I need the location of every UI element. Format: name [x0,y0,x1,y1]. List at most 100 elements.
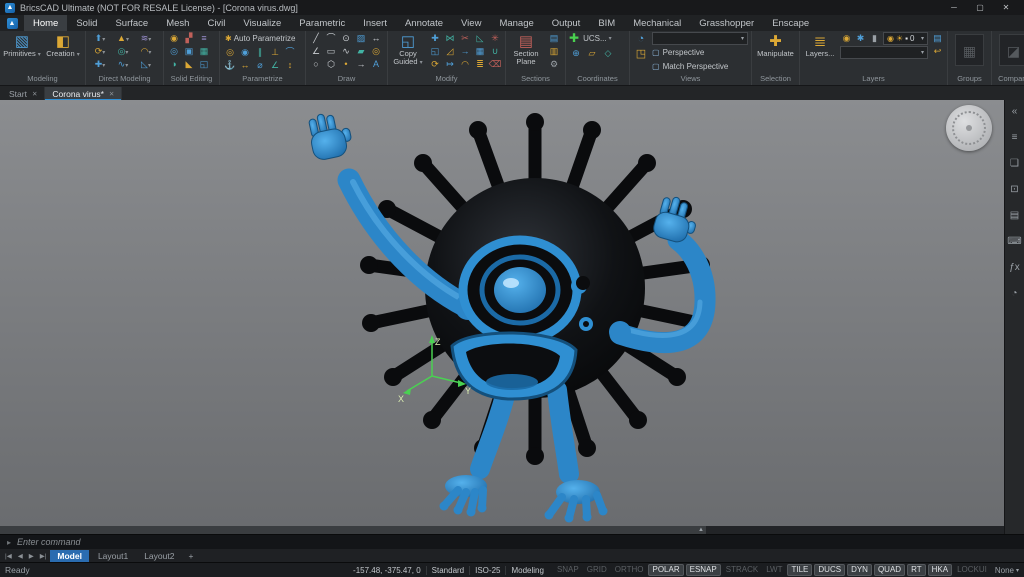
first-layout-icon[interactable]: |◀ [3,552,14,560]
live-section-icon[interactable]: ▥ [546,45,562,58]
add-layout-button[interactable]: + [183,551,198,561]
radius-constraint-icon[interactable]: ⌀ [253,59,267,72]
copy-icon[interactable]: ◱ [428,45,442,58]
coincident-constraint-icon[interactable]: ◎ [223,46,237,59]
trim-icon[interactable]: ✂ [458,32,472,45]
layer-freeze-icon[interactable]: ✱ [854,32,867,45]
ucs-face-icon[interactable]: ▱ [585,47,599,60]
extend-icon[interactable]: → [458,45,472,58]
move-face-icon[interactable]: ✚▾ [89,58,111,71]
fix-constraint-icon[interactable]: ⚓ [223,59,237,72]
layer-previous-icon[interactable]: ↩ [931,45,944,58]
brand-icon[interactable]: ▲ [0,15,24,31]
command-line-panel-icon[interactable]: ⌨ [1007,234,1023,250]
perpendicular-constraint-icon[interactable]: ⊥ [268,46,282,59]
ucs-axes-icon[interactable]: ✚ [569,32,579,45]
layers-dialog-button[interactable]: ≣ Layers... [803,32,837,58]
erase-icon[interactable]: ⌫ [488,58,502,71]
taper-icon[interactable]: ◣ [182,58,196,71]
status-toggle[interactable]: LOCKUI [954,564,990,576]
previous-layout-icon[interactable]: ◀ [16,552,25,560]
menu-tab[interactable]: BIM [589,15,624,31]
intersect-icon[interactable]: ◑ [167,58,181,71]
move-icon[interactable]: ✚ [428,32,442,45]
rotate-icon[interactable]: ⟳ [428,58,442,71]
ellipse-icon[interactable]: ⊙ [339,32,353,45]
imprint-icon[interactable]: ▦ [197,45,211,58]
status-toggle[interactable]: HKA [928,564,952,576]
loft-icon[interactable]: ≋▾ [135,32,157,45]
menu-tab[interactable]: Output [543,15,590,31]
ucs-world-icon[interactable]: ⊕ [569,47,583,60]
command-history-scrollbar[interactable]: ▲ [0,526,1004,534]
status-toggle[interactable]: SNAP [554,564,582,576]
status-toggle[interactable]: STRACK [723,564,761,576]
chamfer-edge-icon[interactable]: ◺▾ [135,58,157,71]
layout-tab[interactable]: Layout2 [137,550,181,562]
look-from-icon[interactable]: ◔ [633,32,649,47]
union-icon[interactable]: ◉ [167,32,181,45]
menu-tab[interactable]: Manage [490,15,542,31]
fillet-edge-icon[interactable]: ◠▾ [135,45,157,58]
menu-tab[interactable]: Home [24,15,67,31]
concentric-constraint-icon[interactable]: ◉ [238,46,252,59]
generate-section-icon[interactable]: ▤ [546,32,562,45]
spline-icon[interactable]: ∿ [339,45,353,58]
auto-parametrize-button[interactable]: ✱ Auto Parametrize [223,32,298,45]
status-toggle[interactable]: DUCS [814,564,845,576]
construction-line-icon[interactable]: ↔ [369,32,383,45]
properties-panel-icon[interactable]: ≡ [1007,130,1023,146]
command-bar[interactable]: ▸ Enter command [0,534,1024,549]
document-tab[interactable]: Start ✕ [2,87,45,100]
rotate-face-icon[interactable]: ⟳▾ [89,45,111,58]
last-layout-icon[interactable]: ▶| [38,552,49,560]
ucs-view-icon[interactable]: ◇ [601,47,615,60]
stretch-icon[interactable]: ↦ [443,58,457,71]
primitives-button[interactable]: ▧ Primitives ▾ [3,32,41,59]
menu-tab[interactable]: Insert [354,15,396,31]
status-toggle[interactable]: GRID [584,564,610,576]
mirror-icon[interactable]: ⋈ [443,32,457,45]
scale-icon[interactable]: ◿ [443,45,457,58]
close-tab-icon[interactable]: ✕ [32,90,37,98]
menu-tab[interactable]: Mesh [157,15,198,31]
section-plane-button[interactable]: ▤ Section Plane [509,32,543,66]
tips-panel-icon[interactable]: ◔ [1007,286,1023,302]
parallel-constraint-icon[interactable]: ∥ [253,46,267,59]
maximize-button[interactable]: ▢ [967,0,993,15]
menu-tab[interactable]: View [452,15,490,31]
close-tab-icon[interactable]: ✕ [109,90,114,98]
text-icon[interactable]: A [369,58,383,71]
menu-tab[interactable]: Visualize [234,15,290,31]
polygon-icon[interactable]: ⬡ [324,58,338,71]
status-field[interactable]: Standard [426,566,469,575]
layout-tab[interactable]: Layout1 [91,550,135,562]
thicken-icon[interactable]: ≡ [197,32,211,45]
slice-icon[interactable]: ▞ [182,32,196,45]
explode-icon[interactable]: ✳ [488,32,502,45]
layer-state-dropdown[interactable]: ▾ [840,46,928,59]
extrude-icon[interactable]: ▲▾ [112,32,134,45]
menu-tab[interactable]: Grasshopper [690,15,763,31]
status-toggle[interactable]: DYN [847,564,872,576]
match-perspective-toggle[interactable]: ▢ Match Perspective [652,60,748,73]
navigation-dial[interactable] [946,105,992,151]
manipulate-button[interactable]: ✚ Manipulate [757,32,795,58]
layer-lock-icon[interactable]: ▮ [868,32,881,45]
rectangle-icon[interactable]: ▭ [324,45,338,58]
status-field[interactable]: ISO-25 [469,566,505,575]
revolve-icon[interactable]: ◎▾ [112,45,134,58]
chamfer-icon[interactable]: ◺ [473,32,487,45]
ucs-dialog-button[interactable]: UCS... ▾ [581,32,614,45]
circle-icon[interactable]: ○ [309,58,323,71]
annotation-scale-dropdown[interactable]: None ▾ [995,566,1019,575]
collapse-panel-icon[interactable]: « [1007,104,1023,120]
status-toggle[interactable]: QUAD [874,564,905,576]
menu-tab[interactable]: Annotate [396,15,452,31]
tangent-constraint-icon[interactable]: ⌒ [283,46,297,59]
subtract-icon[interactable]: ◎ [167,45,181,58]
view-preset-dropdown[interactable]: ▾ [652,32,748,45]
status-toggle[interactable]: ORTHO [612,564,647,576]
status-toggle[interactable]: RT [907,564,926,576]
minimize-button[interactable]: ─ [941,0,967,15]
